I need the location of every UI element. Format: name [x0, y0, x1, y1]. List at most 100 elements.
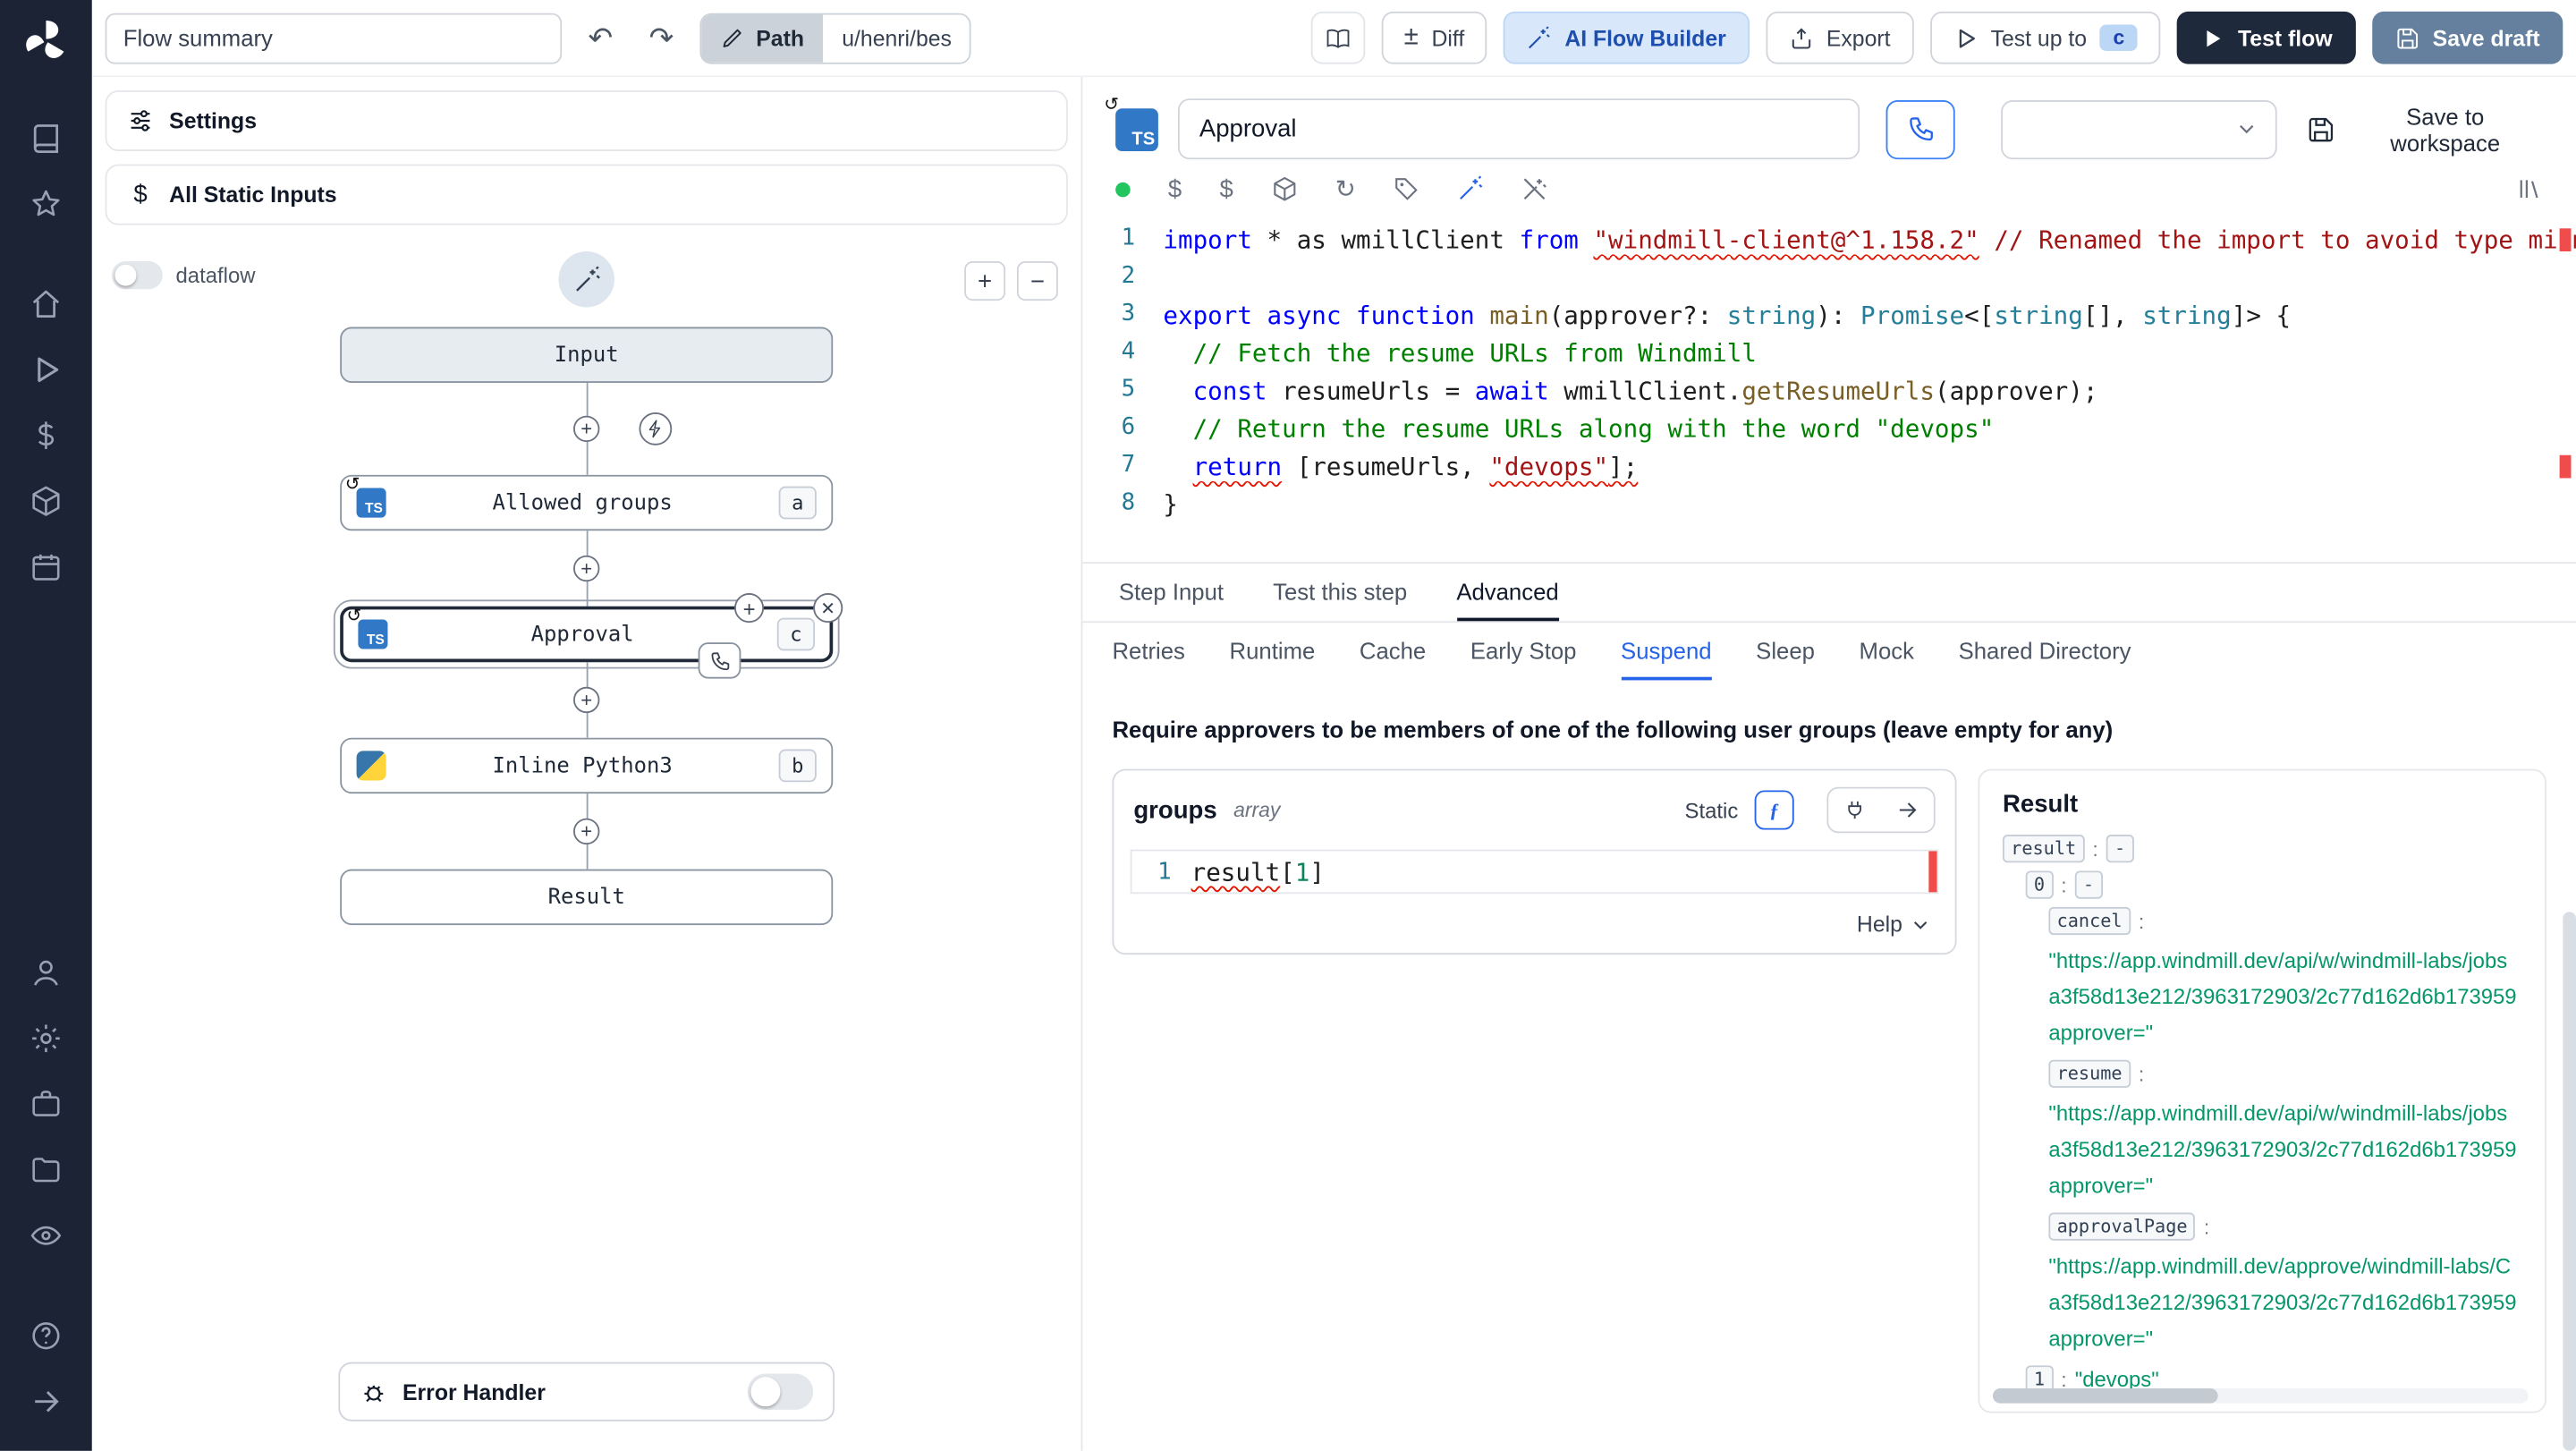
favorites-star-icon[interactable]	[16, 182, 75, 225]
add-step-button[interactable]: +	[573, 818, 600, 845]
error-marker	[2559, 228, 2572, 252]
tab-shared-directory[interactable]: Shared Directory	[1959, 623, 2131, 680]
schedules-calendar-icon[interactable]	[16, 546, 75, 589]
delete-step-button[interactable]: ✕	[813, 593, 843, 624]
runs-play-icon[interactable]	[16, 348, 75, 391]
arrow-right-button[interactable]	[1881, 788, 1934, 832]
audit-eye-icon[interactable]	[16, 1214, 75, 1257]
undo-button[interactable]: ↶	[579, 20, 623, 55]
code-line[interactable]: 1 import * as wmillClient from "windmill-…	[1082, 225, 2576, 263]
vertical-scrollbar[interactable]	[2563, 912, 2576, 1451]
tab-advanced[interactable]: Advanced	[1456, 564, 1559, 622]
sliders-icon	[126, 106, 154, 134]
code-editor[interactable]: 1 import * as wmillClient from "windmill-…	[1082, 215, 2576, 564]
code-line[interactable]: 4 // Fetch the resume URLs from Windmill	[1082, 338, 2576, 376]
tab-early-stop[interactable]: Early Stop	[1470, 623, 1577, 680]
export-button[interactable]: Export	[1765, 11, 1914, 64]
code-line[interactable]: 2	[1082, 263, 2576, 301]
flow-node-approval[interactable]: ↺ TS Approval c + ✕	[333, 593, 843, 679]
zoom-in-button[interactable]: +	[964, 261, 1006, 301]
diff-button[interactable]: ± Diff	[1380, 11, 1487, 64]
reload-button[interactable]: ↻	[1335, 176, 1356, 201]
tab-retries[interactable]: Retries	[1112, 623, 1184, 680]
flow-node-inline-python3[interactable]: Inline Python3 b	[340, 737, 834, 794]
tab-mock[interactable]: Mock	[1860, 623, 1914, 680]
result-key[interactable]: 0	[2025, 870, 2054, 899]
tab-cache[interactable]: Cache	[1360, 623, 1426, 680]
horizontal-scrollbar[interactable]	[1992, 1388, 2529, 1404]
code-line[interactable]: 6 // Return the resume URLs along with t…	[1082, 414, 2576, 452]
code-line[interactable]: 8}	[1082, 489, 2576, 527]
loop-icon: ↺	[346, 606, 362, 626]
script-library-button[interactable]	[2517, 176, 2543, 202]
step-name-input[interactable]	[1177, 98, 1860, 160]
home-icon[interactable]	[16, 283, 75, 326]
add-step-button[interactable]: +	[573, 555, 600, 582]
zoom-out-button[interactable]: −	[1016, 261, 1058, 301]
result-key[interactable]: cancel	[2048, 906, 2131, 936]
test-flow-button[interactable]: Test flow	[2177, 11, 2356, 64]
insert-resource-button[interactable]: $	[1219, 176, 1233, 201]
groups-expression-editor[interactable]: 1 result[1]	[1130, 849, 1939, 895]
tab-runtime[interactable]: Runtime	[1230, 623, 1316, 680]
code-line[interactable]: 7 return [resumeUrls, "devops"];	[1082, 452, 2576, 489]
connector: +	[340, 530, 833, 607]
connector: +	[340, 662, 833, 738]
flow-node-input[interactable]: Input	[340, 327, 834, 383]
test-up-to-button[interactable]: Test up to c	[1929, 11, 2161, 64]
save-to-workspace-button[interactable]: Save to workspace	[2297, 101, 2550, 157]
path-button[interactable]: Path u/henri/bes	[699, 12, 971, 64]
result-key[interactable]: result	[2002, 835, 2085, 863]
workers-briefcase-icon[interactable]	[16, 1082, 75, 1125]
ai-assistant-button[interactable]	[1458, 176, 1484, 202]
trigger-bolt-button[interactable]	[639, 412, 673, 445]
settings-row[interactable]: Settings	[105, 90, 1068, 151]
code-line[interactable]: 5 const resumeUrls = await wmillClient.g…	[1082, 377, 2576, 414]
ai-assistant-off-button[interactable]	[1521, 176, 1547, 202]
scrollbar-thumb[interactable]	[1992, 1388, 2218, 1404]
flow-node-allowed-groups[interactable]: ↺ TS Allowed groups a	[340, 474, 834, 531]
result-key[interactable]: approvalPage	[2048, 1212, 2196, 1241]
ai-wand-button[interactable]	[558, 251, 614, 308]
chevron-down-icon	[2234, 116, 2259, 141]
windmill-logo[interactable]	[21, 16, 71, 65]
docs-button[interactable]	[1309, 11, 1365, 64]
book-open-icon	[1326, 25, 1351, 50]
plug-button[interactable]	[1828, 788, 1882, 832]
resources-cube-icon[interactable]	[16, 479, 75, 522]
flow-node-result[interactable]: Result	[340, 869, 834, 926]
static-inputs-row[interactable]: $ All Static Inputs	[105, 164, 1068, 225]
add-step-button[interactable]: +	[573, 686, 600, 714]
ai-flow-builder-button[interactable]: AI Flow Builder	[1504, 11, 1750, 64]
variables-dollar-icon[interactable]	[16, 414, 75, 457]
tab-step-input[interactable]: Step Input	[1119, 564, 1224, 621]
suspend-toggle-button[interactable]	[1886, 99, 1955, 159]
flow-summary-input[interactable]	[105, 12, 563, 64]
tag-button[interactable]	[1394, 176, 1419, 202]
docs-book-icon[interactable]	[16, 116, 75, 159]
error-handler-row[interactable]: Error Handler	[338, 1362, 835, 1421]
result-key[interactable]: resume	[2048, 1059, 2131, 1088]
dataflow-toggle[interactable]: dataflow	[111, 261, 255, 290]
groups-field-header: groups array Static ƒ	[1127, 786, 1942, 834]
tab-sleep[interactable]: Sleep	[1756, 623, 1815, 680]
redo-button[interactable]: ↷	[640, 20, 684, 55]
code-line[interactable]: 3 export async function main(approver?: s…	[1082, 301, 2576, 338]
help-icon[interactable]	[16, 1314, 75, 1357]
insert-step-button[interactable]: +	[734, 593, 765, 624]
save-draft-button[interactable]: Save draft	[2371, 11, 2563, 64]
error-handler-toggle[interactable]	[747, 1373, 814, 1410]
help-toggle[interactable]: Help	[1127, 912, 1942, 937]
insert-variable-button[interactable]: $	[1168, 176, 1182, 201]
collapse-arrow-icon[interactable]	[16, 1380, 75, 1423]
assets-cube-button[interactable]	[1271, 176, 1297, 202]
expression-mode-toggle[interactable]: ƒ	[1754, 790, 1794, 830]
add-step-button[interactable]: +	[573, 415, 600, 443]
tab-suspend[interactable]: Suspend	[1621, 623, 1712, 681]
users-icon[interactable]	[16, 951, 75, 994]
tab-test-this-step[interactable]: Test this step	[1273, 564, 1407, 621]
toggle-knob[interactable]	[111, 261, 163, 290]
settings-gear-icon[interactable]	[16, 1017, 75, 1060]
worker-tag-select[interactable]	[2000, 99, 2278, 159]
folders-icon[interactable]	[16, 1149, 75, 1192]
